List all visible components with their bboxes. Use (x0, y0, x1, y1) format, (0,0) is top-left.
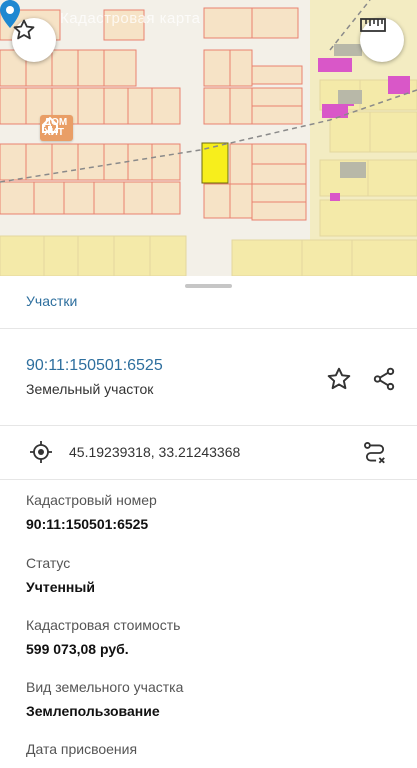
sheet-drag-handle[interactable] (185, 284, 232, 288)
ruler-icon (360, 18, 386, 32)
star-icon (327, 367, 351, 390)
crosshair-icon (30, 441, 52, 463)
parcel-type: Земельный участок (26, 381, 154, 397)
divider (0, 425, 417, 426)
map-watermark: Кадастровая карта (60, 10, 201, 27)
tab-parcels[interactable]: Участки (26, 293, 77, 309)
cadastral-number-value: 90:11:150501:6525 (26, 516, 149, 532)
land-type-label: Вид земельного участка (26, 679, 184, 695)
status-value: Учтенный (26, 579, 95, 595)
status-label: Статус (26, 555, 71, 571)
share-button[interactable] (369, 364, 399, 394)
locate-button[interactable] (28, 439, 54, 465)
cadastral-cost-label: Кадастровая стоимость (26, 617, 181, 633)
divider (0, 479, 417, 480)
cadastral-cost-value: 599 073,08 руб. (26, 641, 129, 657)
star-icon (13, 19, 35, 40)
route-button[interactable] (361, 439, 389, 467)
parcel-number-link[interactable]: 90:11:150501:6525 (26, 357, 163, 375)
cadastral-map[interactable]: Кадастровая карта ДОМ ХИТ (0, 0, 417, 276)
route-icon (364, 442, 385, 464)
divider (0, 328, 417, 329)
house-icon (42, 116, 58, 133)
favorite-button[interactable] (324, 364, 354, 394)
share-icon (373, 367, 395, 391)
assignment-date-label: Дата присвоения (26, 741, 138, 757)
land-type-value: Землепользование (26, 703, 160, 719)
ruler-measure-button[interactable] (360, 18, 404, 62)
favorite-map-button[interactable] (12, 18, 56, 62)
dom-hit-badge[interactable]: ДОМ ХИТ (40, 115, 74, 141)
cadastral-number-label: Кадастровый номер (26, 492, 157, 508)
coordinates-text[interactable]: 45.19239318, 33.21243368 (69, 444, 240, 460)
